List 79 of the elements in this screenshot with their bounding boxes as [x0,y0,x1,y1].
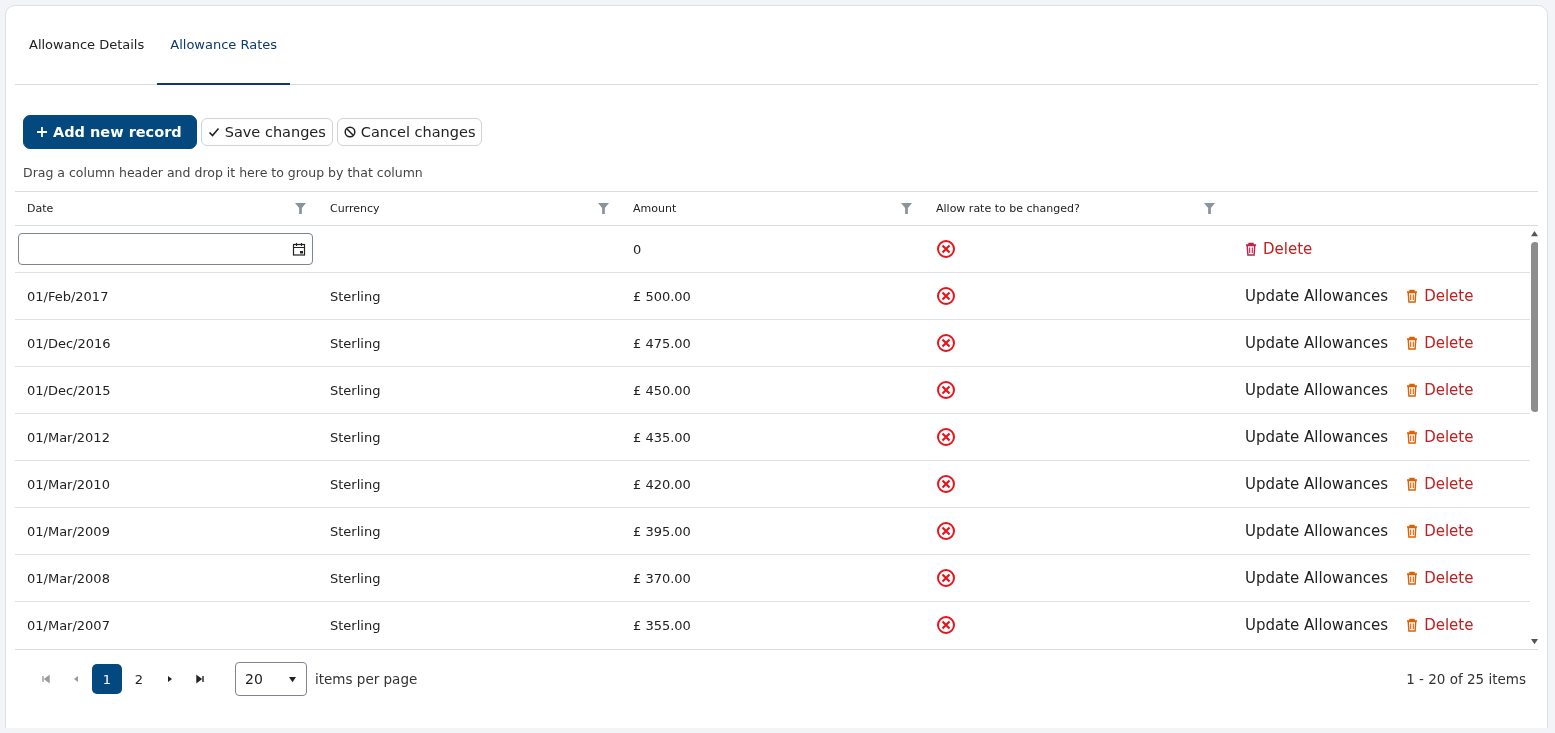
table-cell: £ 500.00 [633,288,691,304]
table-cell: 01/Mar/2007 [27,617,110,633]
delete-button[interactable]: Delete [1406,522,1474,540]
scroll-up-icon[interactable] [1530,230,1538,237]
calendar-icon[interactable] [292,242,306,256]
delete-button[interactable]: Delete [1406,334,1474,352]
update-allowances-button[interactable]: Update Allowances [1245,522,1389,540]
table-cell: Sterling [330,335,381,351]
trash-icon [1406,289,1419,303]
items-per-page-label: items per page [315,671,418,687]
column-header[interactable]: Currency [330,202,380,215]
plus-icon [36,126,48,138]
delete-button[interactable]: Delete [1406,428,1474,446]
date-input-field[interactable] [18,233,313,265]
trash-icon [1406,524,1419,538]
table-cell: £ 475.00 [633,335,691,351]
caret-icon [288,675,297,683]
table-cell: 01/Mar/2009 [27,523,110,539]
table-cell: £ 355.00 [633,617,691,633]
trash-icon [1406,336,1419,350]
delete-button[interactable]: Delete [1406,569,1474,587]
table-cell: 01/Dec/2016 [27,335,111,351]
table-cell: Sterling [330,288,381,304]
update-allowances-button[interactable]: Update Allowances [1245,334,1389,352]
check-icon [207,126,220,138]
column-header[interactable]: Allow rate to be changed? [936,202,1080,215]
table-cell: Sterling [330,429,381,445]
column-header[interactable]: Date [27,202,54,215]
table-cell: Sterling [330,523,381,539]
add-record-button[interactable]: Add new record [23,115,197,149]
delete-button[interactable]: Delete [1245,240,1313,258]
filter-icon[interactable] [295,203,306,214]
table-cell: Sterling [330,617,381,633]
tab[interactable]: Allowance Rates [157,6,291,85]
update-allowances-button[interactable]: Update Allowances [1245,616,1389,634]
page-button[interactable]: 2 [124,664,154,694]
filter-icon[interactable] [598,203,609,214]
trash-icon [1406,430,1419,444]
delete-button[interactable]: Delete [1406,287,1474,305]
trash-icon [1406,477,1419,491]
trash-icon [1406,618,1419,632]
table-cell: £ 420.00 [633,476,691,492]
table-cell: 01/Mar/2008 [27,570,110,586]
update-allowances-button[interactable]: Update Allowances [1245,569,1389,587]
trash-icon [1406,383,1419,397]
page-button[interactable]: 1 [92,664,122,694]
table-cell: Sterling [330,570,381,586]
table-cell: Sterling [330,382,381,398]
trash-icon [1406,571,1419,585]
page-size-dropdown[interactable]: 20 [235,662,307,696]
delete-button[interactable]: Delete [1406,475,1474,493]
table-cell: £ 370.00 [633,570,691,586]
trash-icon [1245,242,1257,256]
update-allowances-button[interactable]: Update Allowances [1245,475,1389,493]
table-cell: 0 [633,241,642,257]
filter-icon[interactable] [901,203,912,214]
update-allowances-button[interactable]: Update Allowances [1245,287,1389,305]
pager-summary: 1 - 20 of 25 items [1406,671,1526,687]
table-cell: £ 395.00 [633,523,691,539]
table-cell: 01/Mar/2010 [27,476,110,492]
update-allowances-button[interactable]: Update Allowances [1245,381,1389,399]
update-allowances-button[interactable]: Update Allowances [1245,428,1389,446]
table-cell: £ 435.00 [633,429,691,445]
table-cell: 01/Dec/2015 [27,382,111,398]
scroll-down-icon[interactable] [1530,638,1538,645]
table-cell: 01/Mar/2012 [27,429,110,445]
table-cell: £ 450.00 [633,382,691,398]
filter-icon[interactable] [1204,203,1215,214]
save-button[interactable]: Save changes [200,118,333,146]
delete-button[interactable]: Delete [1406,381,1474,399]
cancel-button[interactable]: Cancel changes [336,118,483,146]
last-page-icon[interactable] [195,674,205,684]
group-hint: Drag a column header and drop it here to group by that column [22,164,424,182]
delete-button[interactable]: Delete [1406,616,1474,634]
tab[interactable]: Allowance Details [16,6,158,85]
table-cell: 01/Feb/2017 [27,288,109,304]
table-cell: Sterling [330,476,381,492]
cancel-icon [343,126,356,138]
column-header[interactable]: Amount [633,202,677,215]
